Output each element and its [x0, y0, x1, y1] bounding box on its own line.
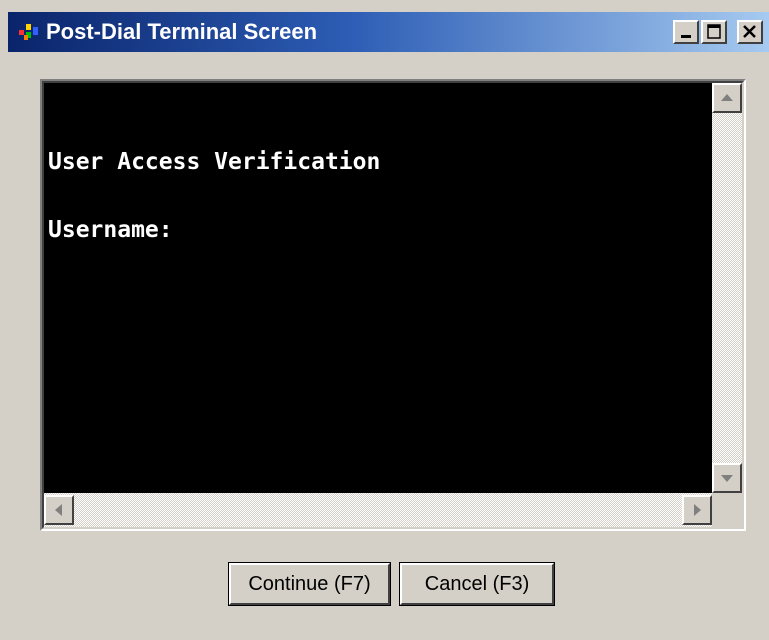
minimize-icon	[681, 35, 691, 38]
maximize-button[interactable]	[701, 20, 727, 44]
close-button[interactable]	[737, 20, 763, 44]
terminal-screen[interactable]: User Access Verification Username:	[42, 81, 744, 529]
post-dial-terminal-window: Post-Dial Terminal Screen User Access Ve…	[0, 0, 769, 640]
continue-button[interactable]: Continue (F7)	[228, 562, 391, 606]
terminal-line: Username:	[48, 217, 173, 243]
scroll-right-button[interactable]	[682, 495, 712, 525]
scroll-down-button[interactable]	[712, 463, 742, 493]
vertical-scrollbar[interactable]	[712, 83, 742, 493]
terminal-output[interactable]: User Access Verification Username:	[48, 83, 712, 493]
close-icon	[743, 25, 756, 38]
arrow-left-icon	[55, 504, 62, 516]
arrow-down-icon	[721, 475, 733, 482]
title-bar[interactable]: Post-Dial Terminal Screen	[8, 12, 769, 52]
cancel-button[interactable]: Cancel (F3)	[399, 562, 555, 606]
horizontal-scrollbar[interactable]	[44, 493, 712, 527]
minimize-button[interactable]	[673, 20, 699, 44]
arrow-up-icon	[721, 94, 733, 101]
arrow-right-icon	[694, 504, 701, 516]
scroll-left-button[interactable]	[44, 495, 74, 525]
terminal-line: User Access Verification	[48, 149, 381, 175]
terminal-frame: User Access Verification Username:	[40, 79, 746, 531]
scrollbar-corner	[712, 493, 742, 527]
window-title: Post-Dial Terminal Screen	[46, 19, 318, 44]
scroll-up-button[interactable]	[712, 83, 742, 113]
app-icon	[18, 22, 40, 42]
maximize-icon	[707, 24, 721, 39]
